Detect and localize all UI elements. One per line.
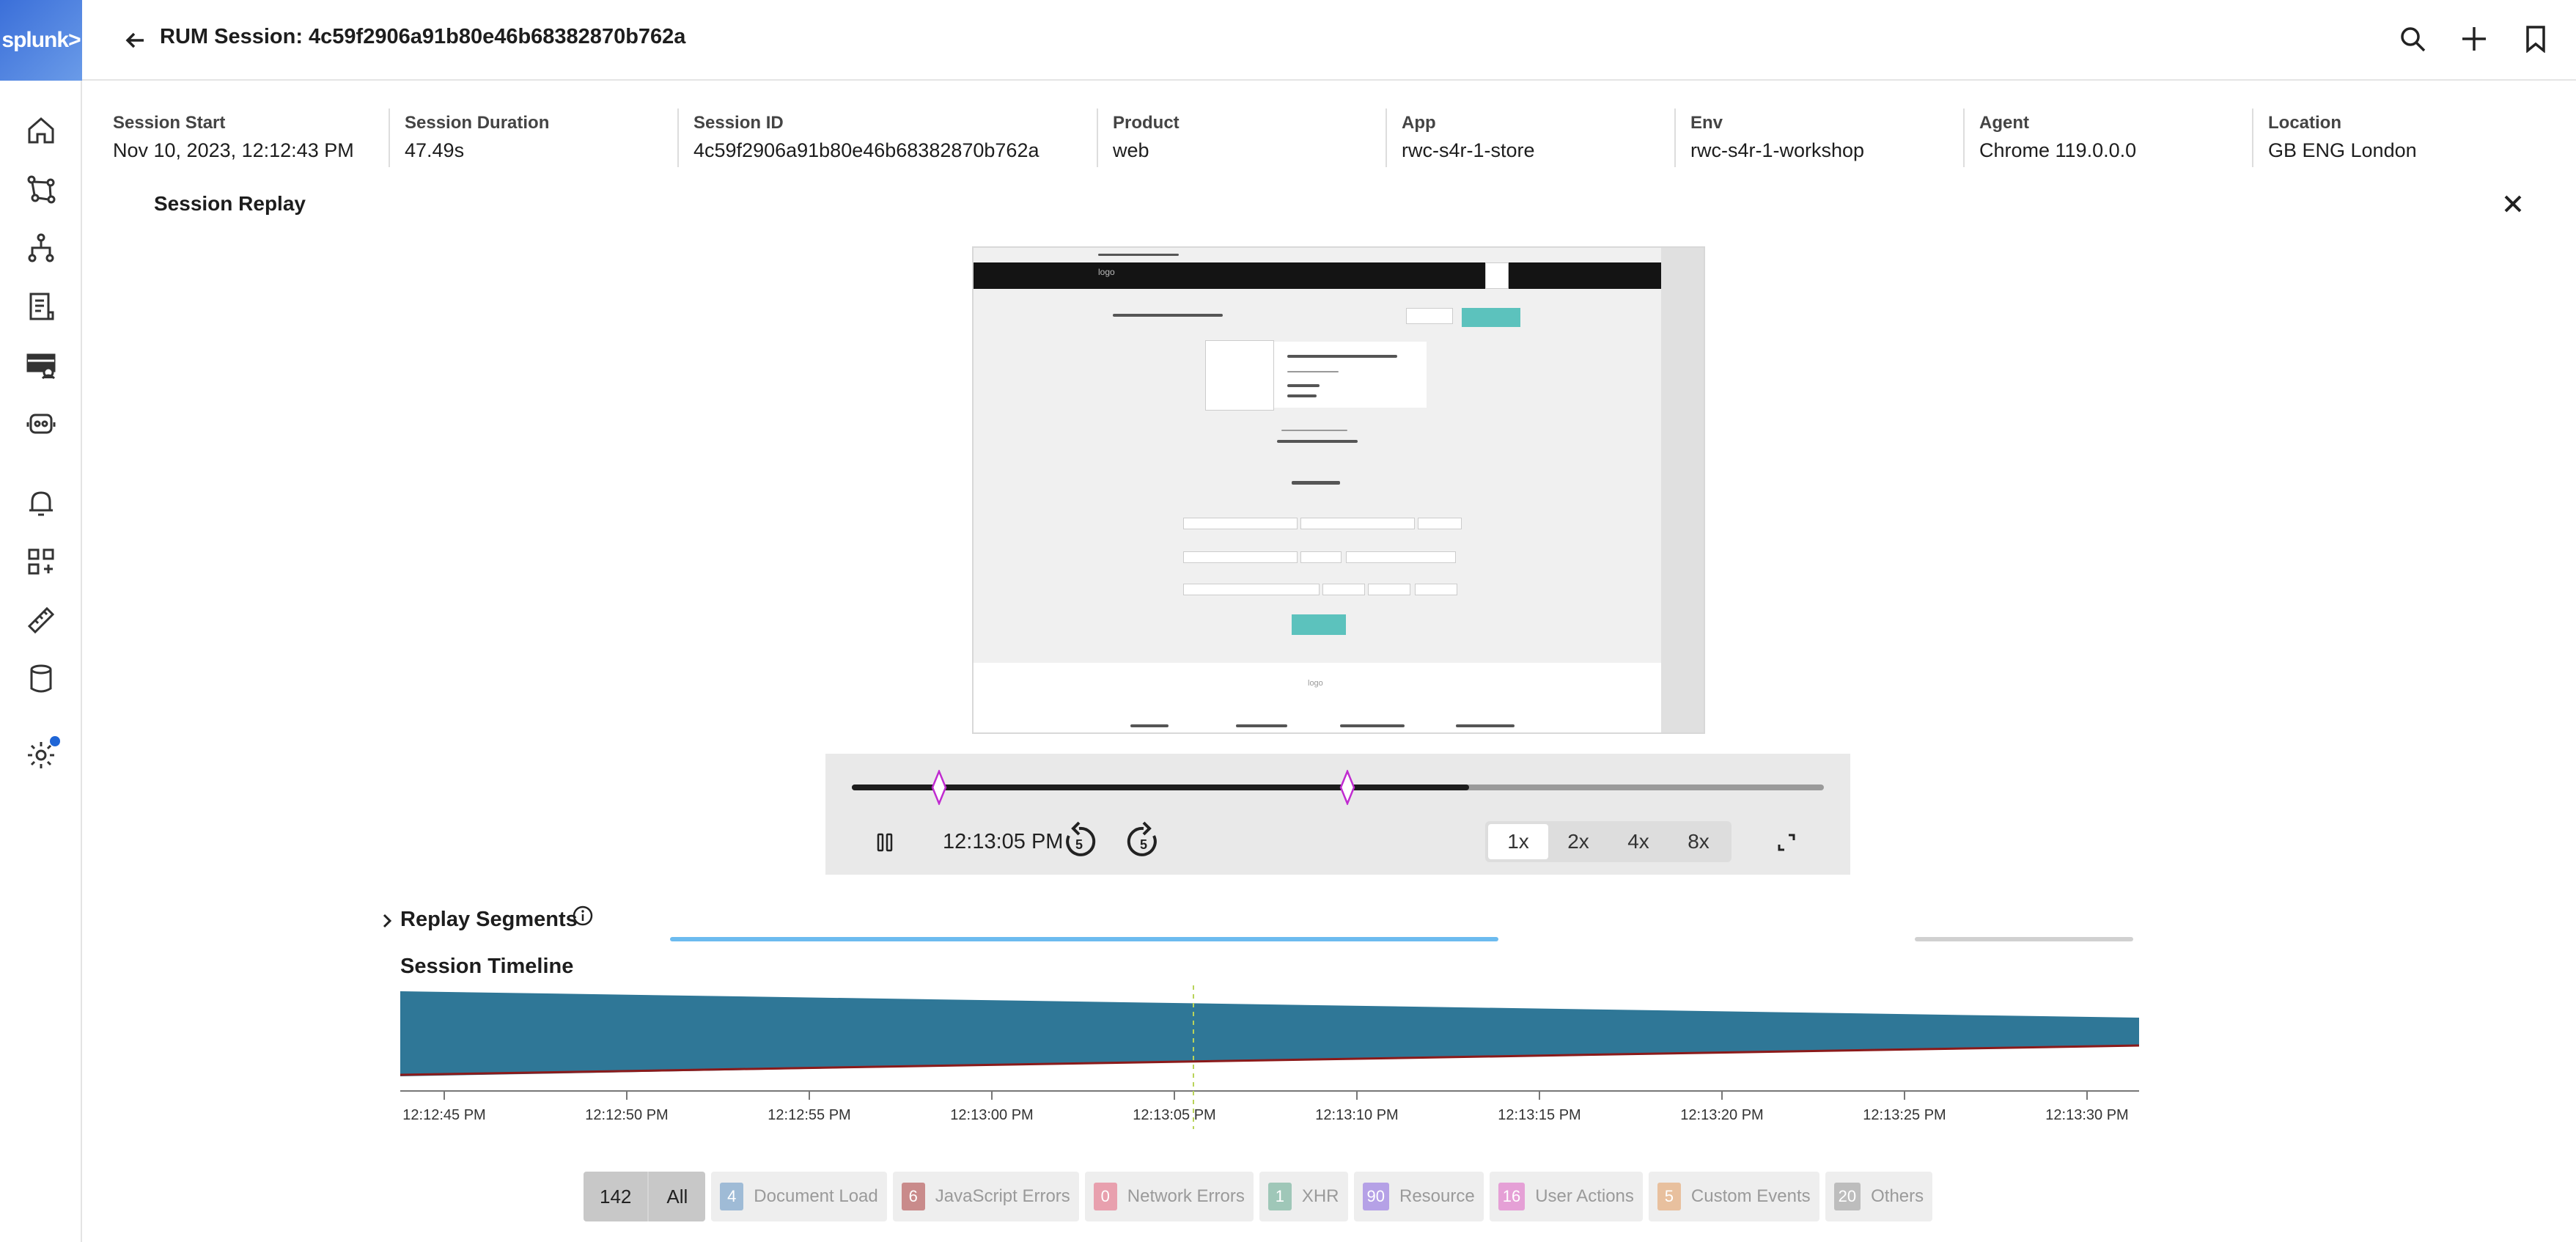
event-marker-icon[interactable]	[1339, 768, 1355, 806]
meta-product: Product web	[1097, 109, 1385, 167]
left-nav: splunk>	[0, 0, 82, 1242]
pause-button[interactable]	[869, 827, 900, 858]
meta-session-id: Session ID 4c59f2906a91b80e46b68382870b7…	[677, 109, 1097, 167]
replay-progress-track[interactable]	[852, 784, 1824, 790]
timeline-tick-label: 12:12:55 PM	[768, 1107, 850, 1123]
filter-others-chip[interactable]: 20 Others	[1825, 1172, 1933, 1221]
alerts-icon[interactable]	[19, 481, 63, 525]
meta-env: Env rwc-s4r-1-workshop	[1674, 109, 1963, 167]
timeline-tick-label: 12:13:30 PM	[2045, 1107, 2128, 1123]
filter-document-load-chip[interactable]: 4 Document Load	[711, 1172, 887, 1221]
forward-5-icon: 5	[1127, 821, 1157, 856]
event-marker-icon[interactable]	[931, 768, 947, 806]
meta-session-duration: Session Duration 47.49s	[389, 109, 677, 167]
filter-all-chip[interactable]: 142 All	[584, 1172, 706, 1221]
filter-resource-chip[interactable]: 90 Resource	[1353, 1172, 1484, 1221]
meta-location: Location GB ENG London	[2252, 109, 2472, 167]
dashboards-icon[interactable]	[19, 540, 63, 584]
timeline-tick-label: 12:13:00 PM	[950, 1107, 1033, 1123]
search-icon[interactable]	[2394, 21, 2431, 57]
pause-icon	[877, 833, 893, 852]
skip-back-button[interactable]: 5	[1059, 821, 1100, 862]
session-timeline-label: Session Timeline	[400, 955, 574, 978]
fullscreen-icon[interactable]	[1771, 827, 1802, 858]
timeline-tick-label: 12:12:45 PM	[402, 1107, 485, 1123]
replay-preview[interactable]: logo logo	[972, 246, 1705, 734]
filter-custom-events-chip[interactable]: 5 Custom Events	[1648, 1172, 1819, 1221]
synthetics-icon[interactable]	[19, 402, 63, 446]
current-time: 12:13:05 PM	[943, 830, 1064, 853]
speed-selector: 1x 2x 4x 8x	[1485, 821, 1732, 862]
replay-page-snapshot: logo logo	[974, 248, 1664, 732]
splunk-logo[interactable]: splunk>	[0, 0, 82, 81]
replay-player-controls: 12:13:05 PM 5 5 1x 2x 4x 8x	[825, 754, 1850, 875]
preview-logo: logo	[1098, 267, 1115, 277]
plus-icon[interactable]	[2456, 21, 2492, 57]
chevron-right-icon[interactable]	[378, 912, 396, 930]
meta-session-start: Session Start Nov 10, 2023, 12:12:43 PM	[113, 113, 354, 161]
timeline-area	[400, 991, 2139, 1076]
replay-segments-label[interactable]: Replay Segments	[400, 908, 578, 932]
speed-2x-button[interactable]: 2x	[1548, 824, 1608, 859]
metrics-ruler-icon[interactable]	[19, 598, 63, 642]
meta-app: App rwc-s4r-1-store	[1385, 109, 1674, 167]
event-filter-chips: 142 All 4 Document Load 6 JavaScript Err…	[584, 1172, 1933, 1221]
replay-segment-active[interactable]	[670, 937, 1498, 941]
data-icon[interactable]	[19, 657, 63, 701]
speed-8x-button[interactable]: 8x	[1668, 824, 1729, 859]
rewind-5-icon: 5	[1066, 821, 1096, 856]
svg-text:5: 5	[1140, 837, 1147, 852]
timeline-tick-label: 12:13:25 PM	[1863, 1107, 1946, 1123]
timeline-tick-label: 12:13:05 PM	[1133, 1107, 1215, 1123]
preview-footer: logo	[974, 663, 1664, 732]
session-timeline-chart[interactable]: 12:12:45 PM 12:12:50 PM 12:12:55 PM 12:13:0…	[396, 982, 2141, 1129]
page-title: RUM Session: 4c59f2906a91b80e46b68382870…	[160, 25, 686, 48]
filter-javascript-errors-chip[interactable]: 6 JavaScript Errors	[892, 1172, 1079, 1221]
service-map-icon[interactable]	[19, 167, 63, 211]
filter-network-errors-chip[interactable]: 0 Network Errors	[1084, 1172, 1254, 1221]
filter-user-actions-chip[interactable]: 16 User Actions	[1489, 1172, 1643, 1221]
close-icon[interactable]	[2500, 191, 2526, 217]
speed-1x-button[interactable]: 1x	[1488, 824, 1548, 859]
bookmark-icon[interactable]	[2517, 21, 2554, 57]
meta-agent: Agent Chrome 119.0.0.0	[1963, 109, 2252, 167]
svg-text:5: 5	[1075, 837, 1083, 852]
speed-4x-button[interactable]: 4x	[1608, 824, 1668, 859]
replay-segment-inactive[interactable]	[1915, 937, 2133, 941]
timeline-tick-label: 12:13:20 PM	[1680, 1107, 1763, 1123]
filter-xhr-chip[interactable]: 1 XHR	[1259, 1172, 1348, 1221]
back-arrow-icon[interactable]	[119, 23, 152, 57]
top-bar: RUM Session: 4c59f2906a91b80e46b68382870…	[82, 0, 2576, 81]
skip-forward-button[interactable]: 5	[1123, 821, 1164, 862]
logs-icon[interactable]	[19, 284, 63, 328]
apm-icon[interactable]	[19, 226, 63, 270]
info-icon[interactable]	[572, 905, 594, 927]
home-icon[interactable]	[19, 109, 63, 153]
notification-dot	[50, 736, 60, 746]
timeline-tick-label: 12:12:50 PM	[585, 1107, 668, 1123]
session-replay-title: Session Replay	[154, 192, 306, 215]
timeline-tick-label: 12:13:10 PM	[1315, 1107, 1398, 1123]
preview-navbar	[974, 262, 1664, 289]
preview-scrollbar[interactable]	[1661, 248, 1704, 732]
session-metadata: Session Start Nov 10, 2023, 12:12:43 PM …	[113, 109, 2472, 167]
timeline-tick-label: 12:13:15 PM	[1498, 1107, 1580, 1123]
rum-icon[interactable]	[19, 343, 63, 387]
settings-icon[interactable]	[19, 733, 63, 777]
